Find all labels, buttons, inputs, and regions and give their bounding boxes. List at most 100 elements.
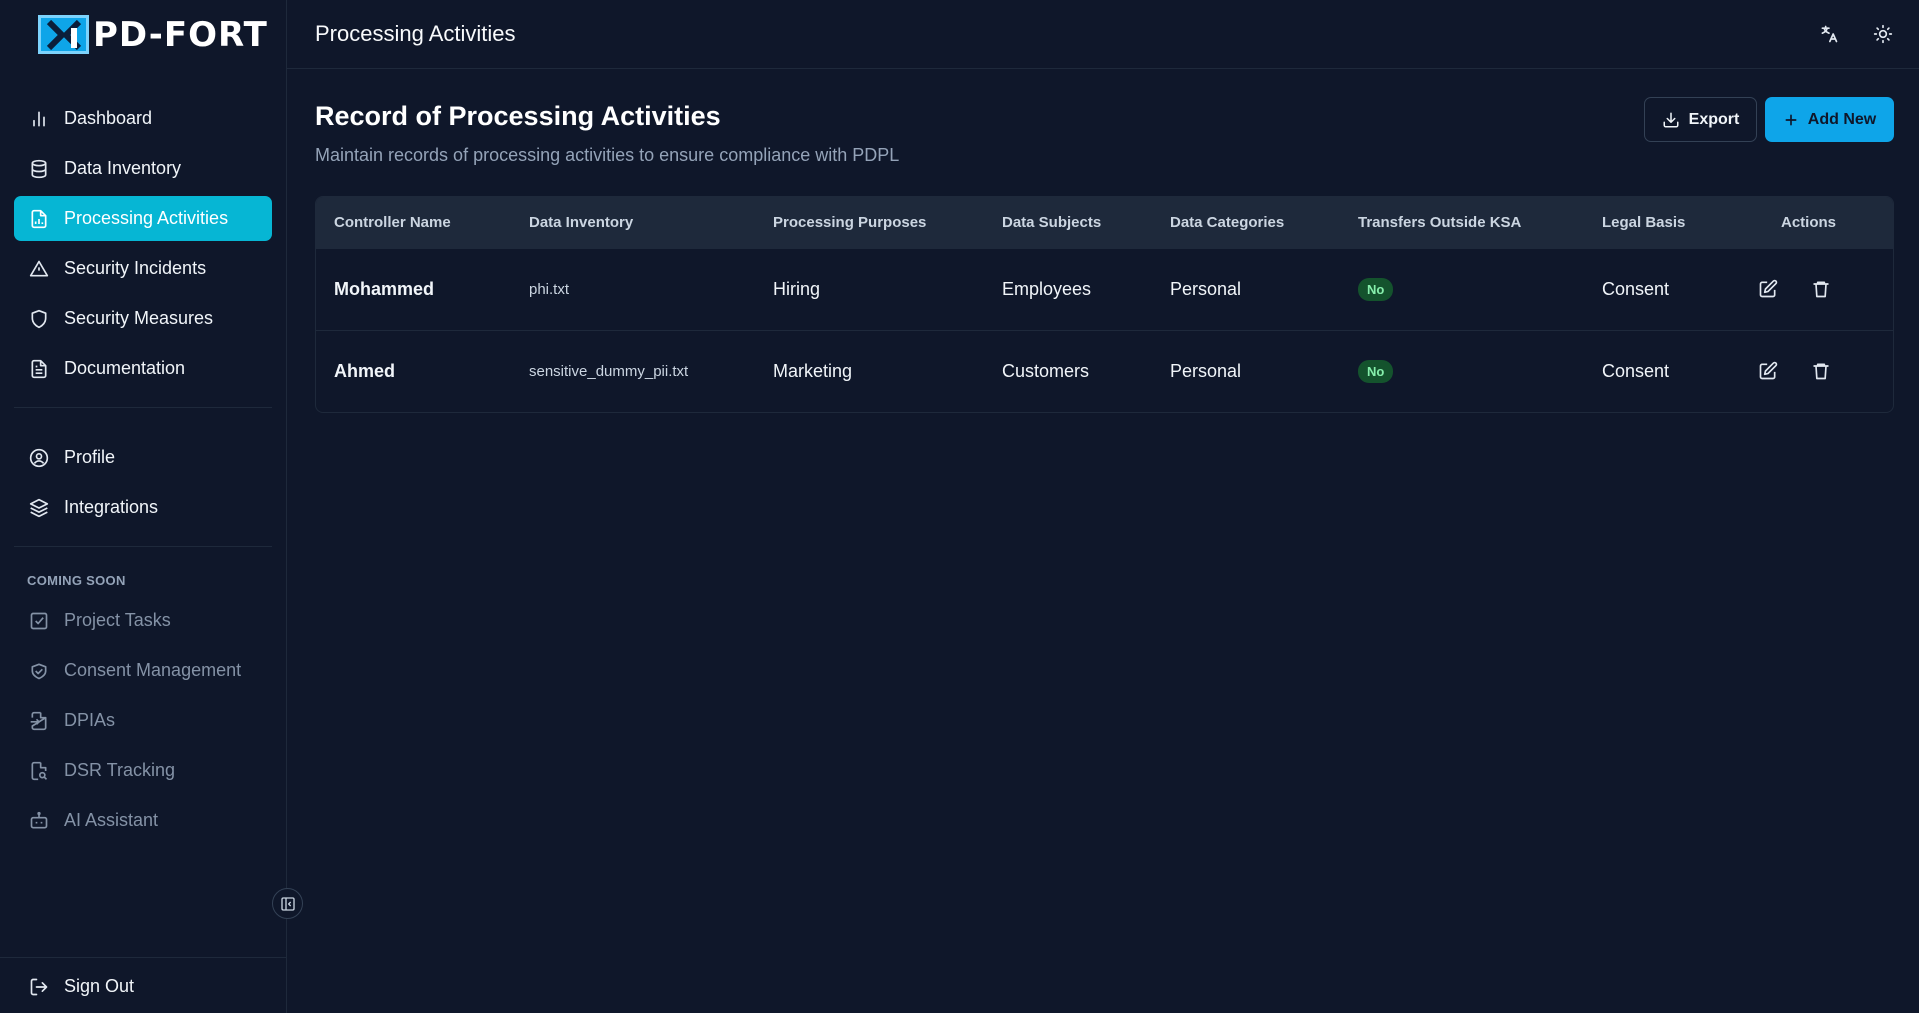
cell-transfers: No: [1340, 248, 1584, 330]
layers-icon: [28, 497, 50, 519]
cell-data-subjects: Employees: [1002, 278, 1092, 299]
sidebar-item-project-tasks: Project Tasks: [14, 598, 272, 643]
sidebar: PD-FORT Dashboard Data Inventory Process…: [0, 0, 287, 1013]
sidebar-item-profile[interactable]: Profile: [14, 435, 272, 480]
sidebar-item-dpias: DPIAs: [14, 698, 272, 743]
sidebar-item-dashboard[interactable]: Dashboard: [14, 96, 272, 141]
table-row: Ahmed sensitive_dummy_pii.txt Marketing …: [316, 330, 1893, 412]
table-header-row: Controller Name Data Inventory Processin…: [316, 197, 1893, 248]
page-title: Record of Processing Activities: [315, 101, 721, 131]
sidebar-item-label: Project Tasks: [64, 610, 171, 630]
sidebar-item-label: DSR Tracking: [64, 760, 176, 780]
cell-legal-basis: Consent: [1602, 278, 1670, 299]
translate-icon[interactable]: [1817, 22, 1841, 46]
handshake-icon: [28, 660, 50, 682]
column-header-data-inventory: Data Inventory: [529, 213, 634, 231]
file-chart-icon: [28, 208, 50, 230]
file-search-icon: [28, 760, 50, 782]
transfers-badge: No: [1358, 277, 1394, 301]
bot-icon: [28, 810, 50, 832]
sidebar-item-label: Security Measures: [64, 308, 214, 328]
column-header-transfers-outside-ksa: Transfers Outside KSA: [1358, 213, 1522, 231]
logo[interactable]: PD-FORT: [0, 0, 286, 69]
cell-data-categories: Personal: [1170, 360, 1242, 381]
cell-data-subjects: Customers: [1002, 360, 1090, 381]
sidebar-item-security-incidents[interactable]: Security Incidents: [14, 246, 272, 291]
cell-processing-purpose: Marketing: [773, 360, 853, 381]
checkbox-icon: [28, 610, 50, 632]
sidebar-item-processing-activities[interactable]: Processing Activities: [14, 196, 272, 241]
alert-triangle-icon: [28, 258, 50, 280]
column-header-legal-basis: Legal Basis: [1602, 213, 1686, 231]
export-button[interactable]: Export: [1644, 97, 1757, 142]
edit-icon[interactable]: [1758, 361, 1778, 381]
database-icon: [28, 158, 50, 180]
sidebar-item-label: Data Inventory: [64, 158, 182, 178]
sidebar-item-label: Profile: [64, 447, 116, 467]
add-new-button[interactable]: Add New: [1765, 97, 1894, 142]
export-label: Export: [1688, 110, 1740, 128]
coming-soon-label: COMING SOON: [27, 573, 126, 588]
sidebar-item-label: DPIAs: [64, 710, 116, 730]
user-circle-icon: [28, 447, 50, 469]
logo-mark-icon: [38, 15, 89, 54]
cell-actions: [1724, 248, 1893, 330]
sidebar-nav: Dashboard Data Inventory Processing Acti…: [0, 69, 286, 843]
transfers-badge: No: [1358, 359, 1394, 383]
sidebar-item-documentation[interactable]: Documentation: [14, 346, 272, 391]
edit-icon[interactable]: [1758, 279, 1778, 299]
sidebar-item-label: AI Assistant: [64, 810, 159, 830]
file-import-icon: [28, 710, 50, 732]
plus-icon: [1785, 114, 1797, 125]
topbar-title: Processing Activities: [315, 21, 516, 46]
bar-chart-icon: [28, 108, 50, 130]
topbar: Processing Activities: [287, 0, 1919, 69]
trash-icon[interactable]: [1811, 279, 1831, 299]
cell-data-inventory: sensitive_dummy_pii.txt: [529, 362, 689, 380]
cell-processing-purpose: Hiring: [773, 278, 821, 299]
log-out-icon: [28, 976, 50, 998]
main-nav-group: Dashboard Data Inventory Processing Acti…: [14, 69, 272, 391]
sidebar-item-label: Security Incidents: [64, 258, 207, 278]
table-row: Mohammed phi.txt Hiring Employees Person…: [316, 248, 1893, 330]
trash-icon[interactable]: [1811, 361, 1831, 381]
sun-icon[interactable]: [1871, 22, 1895, 46]
sidebar-item-label: Dashboard: [64, 108, 153, 128]
column-header-data-subjects: Data Subjects: [1002, 213, 1102, 231]
cell-data-inventory: phi.txt: [529, 280, 570, 298]
sidebar-item-label: Consent Management: [64, 660, 242, 680]
sidebar-item-label: Integrations: [64, 497, 159, 517]
column-header-data-categories: Data Categories: [1170, 213, 1285, 231]
sidebar-item-label: Processing Activities: [64, 208, 229, 228]
sidebar-item-consent-management: Consent Management: [14, 648, 272, 693]
sidebar-item-dsr-tracking: DSR Tracking: [14, 748, 272, 793]
sidebar-item-security-measures[interactable]: Security Measures: [14, 296, 272, 341]
logo-text: PD-FORT: [93, 14, 268, 55]
cell-legal-basis: Consent: [1602, 360, 1670, 381]
sidebar-item-data-inventory[interactable]: Data Inventory: [14, 146, 272, 191]
download-icon: [1663, 112, 1679, 127]
cell-controller-name: Mohammed: [334, 278, 435, 299]
sidebar-item-ai-assistant: AI Assistant: [14, 798, 272, 843]
cell-controller-name: Ahmed: [334, 360, 396, 381]
file-text-icon: [28, 358, 50, 380]
panel-collapse-icon: [280, 896, 295, 911]
column-header-controller-name: Controller Name: [334, 213, 451, 231]
collapse-sidebar-button[interactable]: [272, 888, 303, 919]
processing-activities-table: Controller Name Data Inventory Processin…: [315, 196, 1894, 413]
add-new-label: Add New: [1807, 110, 1877, 128]
shield-icon: [28, 308, 50, 330]
column-header-processing-purposes: Processing Purposes: [773, 213, 927, 231]
sidebar-item-label: Documentation: [64, 358, 186, 378]
cell-data-categories: Personal: [1170, 278, 1242, 299]
sign-out-label: Sign Out: [64, 976, 135, 996]
cell-actions: [1724, 330, 1893, 412]
account-nav-group: Profile Integrations: [14, 408, 272, 530]
sign-out-button[interactable]: Sign Out: [14, 964, 273, 1009]
coming-soon-nav-group: Project Tasks Consent Management DPIAs D…: [14, 598, 272, 843]
sidebar-item-integrations[interactable]: Integrations: [14, 485, 272, 530]
cell-transfers: No: [1340, 330, 1584, 412]
column-header-actions: Actions: [1780, 213, 1836, 231]
sign-out-section: Sign Out: [0, 957, 287, 1013]
page-subtitle: Maintain records of processing activitie…: [315, 145, 900, 165]
